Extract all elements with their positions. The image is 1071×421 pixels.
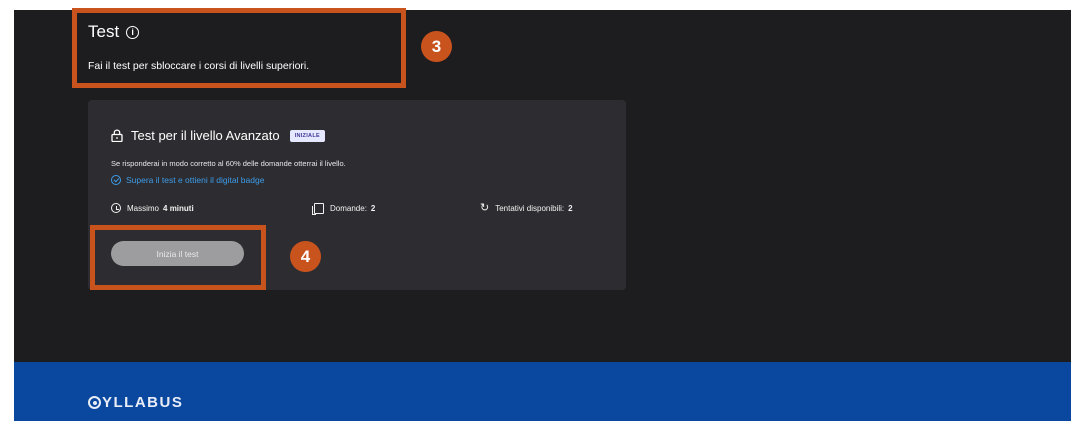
syllabus-logo[interactable]: YLLABUS — [88, 394, 183, 411]
syllabus-logo-icon — [88, 396, 101, 409]
logo-text: YLLABUS — [102, 394, 184, 411]
annotation-box-4 — [90, 225, 266, 290]
check-circle-icon — [111, 175, 121, 185]
card-description: Se risponderai in modo corretto al 60% d… — [111, 159, 346, 168]
attempts-value: 2 — [568, 203, 573, 213]
card-title: Test per il livello Avanzato INIZIALE — [111, 128, 325, 143]
digital-badge-link-text[interactable]: Supera il test e ottieni il digital badg… — [126, 175, 264, 185]
max-time-label: Massimo — [127, 203, 160, 213]
annotation-marker-4: 4 — [290, 241, 321, 272]
retry-icon: ↻ — [480, 202, 490, 214]
questions-icon — [312, 203, 324, 215]
digital-badge-link[interactable]: Supera il test e ottieni il digital badg… — [111, 175, 264, 185]
annotation-marker-3: 3 — [421, 31, 452, 62]
footer: YLLABUS — [14, 362, 1071, 421]
max-time-value: 4 minuti — [163, 203, 194, 213]
attempts-available: ↻ Tentativi disponibili: 2 — [480, 202, 573, 214]
max-time: Massimo 4 minuti — [111, 203, 194, 213]
lock-icon — [111, 129, 123, 142]
attempts-label: Tentativi disponibili: — [495, 203, 565, 213]
annotation-box-3 — [72, 8, 406, 88]
clock-icon — [111, 203, 121, 213]
questions-label: Domande: — [330, 204, 367, 213]
questions-count: Domande: 2 — [312, 203, 376, 215]
questions-value: 2 — [370, 204, 376, 213]
card-title-text: Test per il livello Avanzato — [131, 128, 280, 143]
level-badge: INIZIALE — [289, 129, 325, 142]
